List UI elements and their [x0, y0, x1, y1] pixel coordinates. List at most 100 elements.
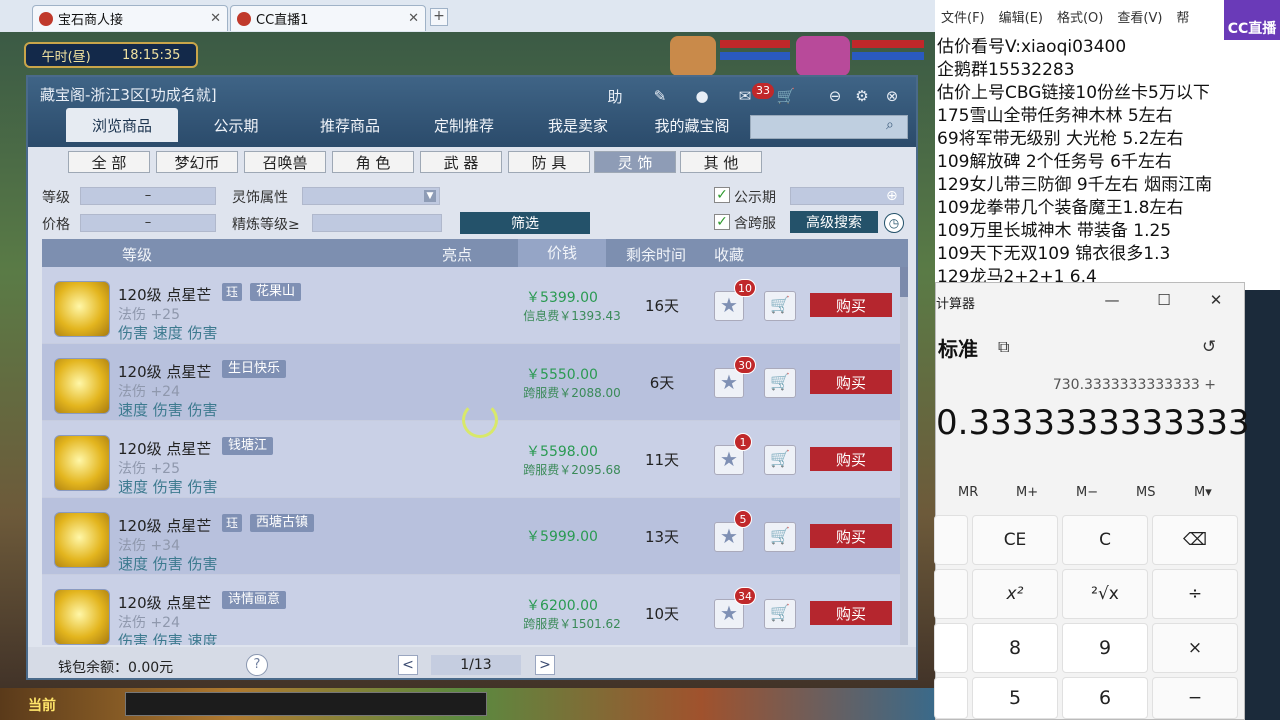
chevron-down-icon[interactable]: ▼: [424, 190, 436, 202]
next-page-button[interactable]: >: [535, 655, 555, 675]
tab-custom-recommend[interactable]: 定制推荐: [408, 108, 520, 142]
square-root-button[interactable]: ²√x: [1062, 569, 1148, 619]
cart-icon[interactable]: 🛒: [764, 522, 796, 552]
digit-4-button[interactable]: [934, 677, 968, 719]
menu-view[interactable]: 查看(V): [1117, 7, 1162, 26]
close-icon[interactable]: ✕: [1206, 291, 1226, 311]
category-summon[interactable]: 召唤兽: [244, 151, 326, 173]
browser-tab-game[interactable]: 宝石商人接 ✕: [32, 5, 228, 31]
divide-button[interactable]: ÷: [1152, 569, 1238, 619]
category-accessory[interactable]: 灵 饰: [594, 151, 676, 173]
prev-page-button[interactable]: <: [398, 655, 418, 675]
multiply-button[interactable]: ×: [1152, 623, 1238, 673]
category-role[interactable]: 角 色: [332, 151, 414, 173]
filter-button[interactable]: 筛选: [460, 212, 590, 234]
history-icon[interactable]: ↺: [1202, 337, 1216, 357]
browser-tab-cc[interactable]: CC直播1 ✕: [230, 5, 426, 31]
help-button[interactable]: 助: [603, 85, 627, 107]
minimize-icon[interactable]: ⊖: [823, 85, 847, 107]
memory-store-button[interactable]: MS: [1136, 485, 1155, 500]
buy-button[interactable]: 购买: [810, 370, 892, 394]
pet-avatar[interactable]: [670, 36, 716, 76]
list-scrollbar[interactable]: [900, 267, 908, 645]
digit-9-button[interactable]: 9: [1062, 623, 1148, 673]
column-level[interactable]: 等级: [122, 244, 152, 265]
public-period-checkbox[interactable]: ✓: [714, 187, 730, 203]
help-icon[interactable]: ?: [246, 654, 268, 676]
pen-icon[interactable]: ✎: [648, 85, 672, 107]
column-remaining-time[interactable]: 剩余时间: [626, 244, 686, 265]
buy-button[interactable]: 购买: [810, 524, 892, 548]
item-thumbnail[interactable]: [54, 358, 110, 414]
keep-on-top-icon[interactable]: ⧉: [998, 337, 1009, 357]
column-highlight[interactable]: 亮点: [442, 244, 472, 265]
digit-8-button[interactable]: 8: [972, 623, 1058, 673]
backspace-button[interactable]: ⌫: [1152, 515, 1238, 565]
clear-entry-button[interactable]: CE: [972, 515, 1058, 565]
tab-seller[interactable]: 我是卖家: [522, 108, 634, 142]
menu-edit[interactable]: 编辑(E): [999, 7, 1043, 26]
category-armor[interactable]: 防 具: [508, 151, 590, 173]
tab-recommended[interactable]: 推荐商品: [294, 108, 406, 142]
digit-5-button[interactable]: 5: [972, 677, 1058, 719]
minimize-icon[interactable]: —: [1102, 291, 1122, 311]
tab-my-pavilion[interactable]: 我的藏宝阁: [636, 108, 748, 142]
category-other[interactable]: 其 他: [680, 151, 762, 173]
cross-server-checkbox[interactable]: ✓: [714, 214, 730, 230]
refine-level-input[interactable]: [312, 214, 442, 232]
category-currency[interactable]: 梦幻币: [156, 151, 238, 173]
clock-icon[interactable]: ◷: [884, 213, 904, 233]
category-weapon[interactable]: 武 器: [420, 151, 502, 173]
cart-icon[interactable]: 🛒: [774, 85, 798, 107]
menu-format[interactable]: 格式(O): [1057, 7, 1103, 26]
clear-button[interactable]: C: [1062, 515, 1148, 565]
table-row[interactable]: 120级 点星芒 珏 西塘古镇 法伤 +34 速度 伤害 伤害 ￥5999.00…: [42, 498, 900, 575]
cart-icon[interactable]: 🛒: [764, 291, 796, 321]
memory-add-button[interactable]: M+: [1016, 485, 1038, 500]
buy-button[interactable]: 购买: [810, 601, 892, 625]
category-all[interactable]: 全 部: [68, 151, 150, 173]
menu-help[interactable]: 帮: [1176, 7, 1189, 26]
memory-recall-button[interactable]: MR: [958, 485, 978, 500]
record-icon[interactable]: ●: [690, 85, 714, 107]
table-row[interactable]: 120级 点星芒 珏 花果山 法伤 +25 伤害 速度 伤害 ￥5399.00 …: [42, 267, 900, 344]
tab-public-period[interactable]: 公示期: [180, 108, 292, 142]
close-icon[interactable]: ⊗: [880, 85, 904, 107]
price-range-input[interactable]: –: [80, 214, 216, 232]
memory-subtract-button[interactable]: M−: [1076, 485, 1098, 500]
close-icon[interactable]: ✕: [210, 11, 221, 26]
new-tab-button[interactable]: +: [430, 8, 448, 26]
player-avatar[interactable]: [796, 36, 850, 76]
scrollbar-thumb[interactable]: [900, 267, 908, 297]
tab-browse[interactable]: 浏览商品: [66, 108, 178, 142]
table-row[interactable]: 120级 点星芒 诗情画意 法伤 +24 伤害 伤害 速度 ￥6200.00 跨…: [42, 575, 900, 645]
channel-label[interactable]: 当前: [28, 695, 56, 715]
item-thumbnail[interactable]: [54, 281, 110, 337]
square-button[interactable]: x²: [972, 569, 1058, 619]
item-thumbnail[interactable]: [54, 435, 110, 491]
close-icon[interactable]: ✕: [408, 11, 419, 26]
cart-icon[interactable]: 🛒: [764, 599, 796, 629]
cart-icon[interactable]: 🛒: [764, 368, 796, 398]
subtract-button[interactable]: −: [1152, 677, 1238, 719]
menu-file[interactable]: 文件(F): [941, 7, 985, 26]
column-favorite[interactable]: 收藏: [714, 244, 744, 265]
reciprocal-button[interactable]: [934, 569, 968, 619]
search-input[interactable]: [750, 115, 908, 139]
plus-icon[interactable]: ⊕: [886, 188, 898, 204]
percent-button[interactable]: [934, 515, 968, 565]
cart-icon[interactable]: 🛒: [764, 445, 796, 475]
digit-6-button[interactable]: 6: [1062, 677, 1148, 719]
maximize-icon[interactable]: ☐: [1154, 291, 1174, 311]
level-range-input[interactable]: –: [80, 187, 216, 205]
memory-list-button[interactable]: M▾: [1194, 485, 1212, 500]
item-thumbnail[interactable]: [54, 512, 110, 568]
column-price[interactable]: 价钱: [518, 239, 606, 267]
digit-7-button[interactable]: [934, 623, 968, 673]
calculator-mode[interactable]: 标准: [938, 333, 978, 362]
buy-button[interactable]: 购买: [810, 447, 892, 471]
accessory-attr-select[interactable]: [302, 187, 440, 205]
buy-button[interactable]: 购买: [810, 293, 892, 317]
search-icon[interactable]: ⌕: [886, 117, 894, 133]
item-thumbnail[interactable]: [54, 589, 110, 645]
